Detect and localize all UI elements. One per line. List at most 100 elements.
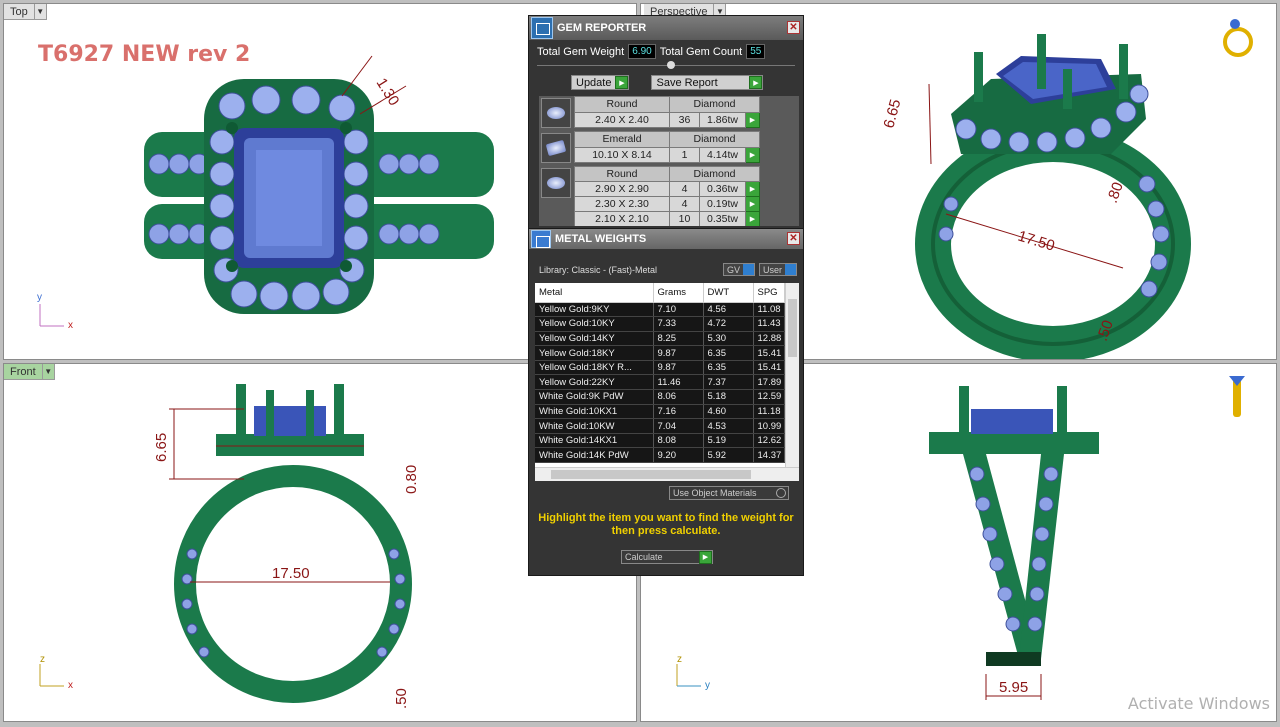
total-weight-label: Total Gem Weight bbox=[537, 45, 625, 58]
gem-group[interactable]: Round Diamond 2.40 X 2.40 36 1.86tw ▶ bbox=[539, 96, 799, 128]
gem-slider[interactable] bbox=[537, 61, 795, 71]
gem-material: Diamond bbox=[669, 166, 760, 182]
metal-table[interactable]: Metal Grams DWT SPG Yellow Gold:9KY 7.10 4… bbox=[535, 283, 799, 481]
use-object-materials-toggle[interactable]: Use Object Materials bbox=[669, 486, 789, 500]
scrollbar-thumb[interactable] bbox=[788, 299, 797, 357]
update-label: Update bbox=[576, 76, 612, 89]
library-label: Library: Classic - (Fast)-Metal bbox=[539, 264, 658, 275]
save-report-button[interactable]: Save Report ▶ bbox=[651, 75, 764, 90]
table-row[interactable]: Yellow Gold:22KY 11.46 7.37 17.89 bbox=[535, 374, 785, 391]
toggle-icon[interactable] bbox=[742, 264, 754, 275]
table-cell: 4.72 bbox=[703, 316, 754, 332]
table-row[interactable]: Yellow Gold:9KY 7.10 4.56 11.08 bbox=[535, 302, 785, 318]
play-icon[interactable]: ▶ bbox=[745, 146, 760, 163]
gem-reporter-panel: GEM REPORTER ✕ Total Gem Weight 6.90 Tot… bbox=[528, 15, 804, 233]
table-cell: 5.92 bbox=[703, 447, 754, 464]
axis-y-label: y bbox=[37, 292, 42, 303]
play-icon[interactable]: ▶ bbox=[615, 76, 629, 89]
radio-icon[interactable] bbox=[776, 488, 786, 498]
gem-weight: 0.19tw bbox=[699, 196, 746, 212]
table-row[interactable]: White Gold:9K PdW 8.06 5.18 12.59 bbox=[535, 389, 785, 405]
play-icon[interactable]: ▶ bbox=[745, 211, 760, 226]
gem-size: 2.10 X 2.10 bbox=[574, 211, 670, 226]
dim-front-bottom: .50 bbox=[393, 688, 410, 709]
update-button[interactable]: Update ▶ bbox=[571, 75, 630, 90]
gem-size: 2.30 X 2.30 bbox=[574, 196, 670, 212]
gem-reporter-titlebar[interactable]: GEM REPORTER ✕ bbox=[529, 16, 803, 40]
gem-count: 4 bbox=[669, 181, 700, 197]
dim-persp-diameter: 17.50 bbox=[1016, 228, 1057, 255]
table-cell: 7.04 bbox=[653, 418, 704, 434]
gem-reporter-title: GEM REPORTER bbox=[557, 22, 647, 34]
total-weight-value: 6.90 bbox=[628, 44, 656, 59]
vertical-scrollbar[interactable] bbox=[785, 283, 799, 467]
gem-reporter-icon bbox=[531, 17, 553, 39]
emerald-gem-icon bbox=[541, 133, 571, 163]
scrollbar-thumb[interactable] bbox=[551, 470, 751, 479]
table-cell: 4.53 bbox=[703, 418, 754, 434]
column-header[interactable]: SPG bbox=[753, 283, 785, 303]
gem-shape: Round bbox=[574, 166, 670, 182]
table-cell: 7.16 bbox=[653, 404, 704, 420]
column-header[interactable]: Grams bbox=[653, 283, 704, 303]
table-cell: 8.25 bbox=[653, 331, 704, 347]
table-cell: 4.60 bbox=[703, 404, 754, 420]
calculate-button[interactable]: Calculate ▶ bbox=[621, 550, 713, 564]
gem-count: 1 bbox=[669, 146, 700, 163]
gem-weight: 0.36tw bbox=[699, 181, 746, 197]
gem-group[interactable]: Round Diamond 2.90 X 2.90 4 0.36tw ▶ 2.30 X … bbox=[539, 166, 799, 226]
table-row[interactable]: White Gold:10KX1 7.16 4.60 11.18 bbox=[535, 404, 785, 420]
table-row[interactable]: White Gold:10KW 7.04 4.53 10.99 bbox=[535, 418, 785, 434]
gem-size: 2.40 X 2.40 bbox=[574, 111, 670, 128]
table-cell: Yellow Gold:10KY bbox=[535, 316, 654, 332]
table-cell: 15.41 bbox=[753, 360, 785, 376]
axis-x-label-front: x bbox=[68, 680, 73, 691]
table-cell: 7.33 bbox=[653, 316, 704, 332]
table-cell: 11.46 bbox=[653, 374, 704, 391]
table-row[interactable]: Yellow Gold:18KY 9.87 6.35 15.41 bbox=[535, 345, 785, 361]
gem-material: Diamond bbox=[669, 96, 760, 113]
metal-weights-titlebar[interactable]: METAL WEIGHTS ✕ bbox=[529, 229, 803, 249]
play-icon[interactable]: ▶ bbox=[745, 181, 760, 197]
axis-y-label-right: y bbox=[705, 680, 710, 691]
table-cell: Yellow Gold:14KY bbox=[535, 331, 654, 347]
hint-text: Highlight the item you want to find the … bbox=[538, 512, 794, 537]
play-icon[interactable]: ▶ bbox=[745, 111, 760, 128]
play-icon[interactable]: ▶ bbox=[749, 76, 763, 89]
table-cell: 12.62 bbox=[753, 433, 785, 449]
gem-count: 4 bbox=[669, 196, 700, 212]
table-row[interactable]: White Gold:14K PdW 9.20 5.92 14.37 bbox=[535, 447, 785, 464]
gem-size: 2.90 X 2.90 bbox=[574, 181, 670, 197]
axis-x-label: x bbox=[68, 320, 73, 331]
table-row[interactable]: Yellow Gold:10KY 7.33 4.72 11.43 bbox=[535, 316, 785, 332]
scale-icon bbox=[531, 230, 551, 248]
column-header[interactable]: DWT bbox=[703, 283, 754, 303]
table-row[interactable]: Yellow Gold:14KY 8.25 5.30 12.88 bbox=[535, 331, 785, 347]
close-icon[interactable]: ✕ bbox=[787, 232, 800, 245]
user-toggle[interactable]: User bbox=[758, 263, 797, 276]
ring-side-icon bbox=[1229, 376, 1245, 417]
table-cell: 7.10 bbox=[653, 302, 704, 318]
gem-group[interactable]: Emerald Diamond 10.10 X 8.14 1 4.14tw ▶ bbox=[539, 131, 799, 163]
gem-size: 10.10 X 8.14 bbox=[574, 146, 670, 163]
table-cell: 8.08 bbox=[653, 433, 704, 449]
gem-list[interactable]: Round Diamond 2.40 X 2.40 36 1.86tw ▶ Emeral… bbox=[539, 96, 799, 226]
gem-weight: 4.14tw bbox=[699, 146, 746, 163]
table-cell: 10.99 bbox=[753, 418, 785, 434]
table-cell: 8.06 bbox=[653, 389, 704, 405]
gv-toggle[interactable]: GV bbox=[722, 263, 755, 276]
table-header-row: Metal Grams DWT SPG bbox=[535, 283, 785, 303]
axis-z-label-right: z bbox=[677, 654, 682, 665]
play-icon[interactable]: ▶ bbox=[745, 196, 760, 212]
horizontal-scrollbar[interactable] bbox=[535, 467, 799, 481]
close-icon[interactable]: ✕ bbox=[787, 21, 800, 34]
table-cell: Yellow Gold:9KY bbox=[535, 302, 654, 318]
play-icon[interactable]: ▶ bbox=[699, 550, 712, 564]
table-row[interactable]: White Gold:14KX1 8.08 5.19 12.62 bbox=[535, 433, 785, 449]
slider-knob[interactable] bbox=[667, 61, 675, 69]
table-cell: White Gold:9K PdW bbox=[535, 389, 654, 405]
ring-icon bbox=[1223, 19, 1253, 57]
table-row[interactable]: Yellow Gold:18KY R... 9.87 6.35 15.41 bbox=[535, 360, 785, 376]
column-header[interactable]: Metal bbox=[535, 283, 654, 303]
toggle-icon[interactable] bbox=[785, 264, 796, 275]
